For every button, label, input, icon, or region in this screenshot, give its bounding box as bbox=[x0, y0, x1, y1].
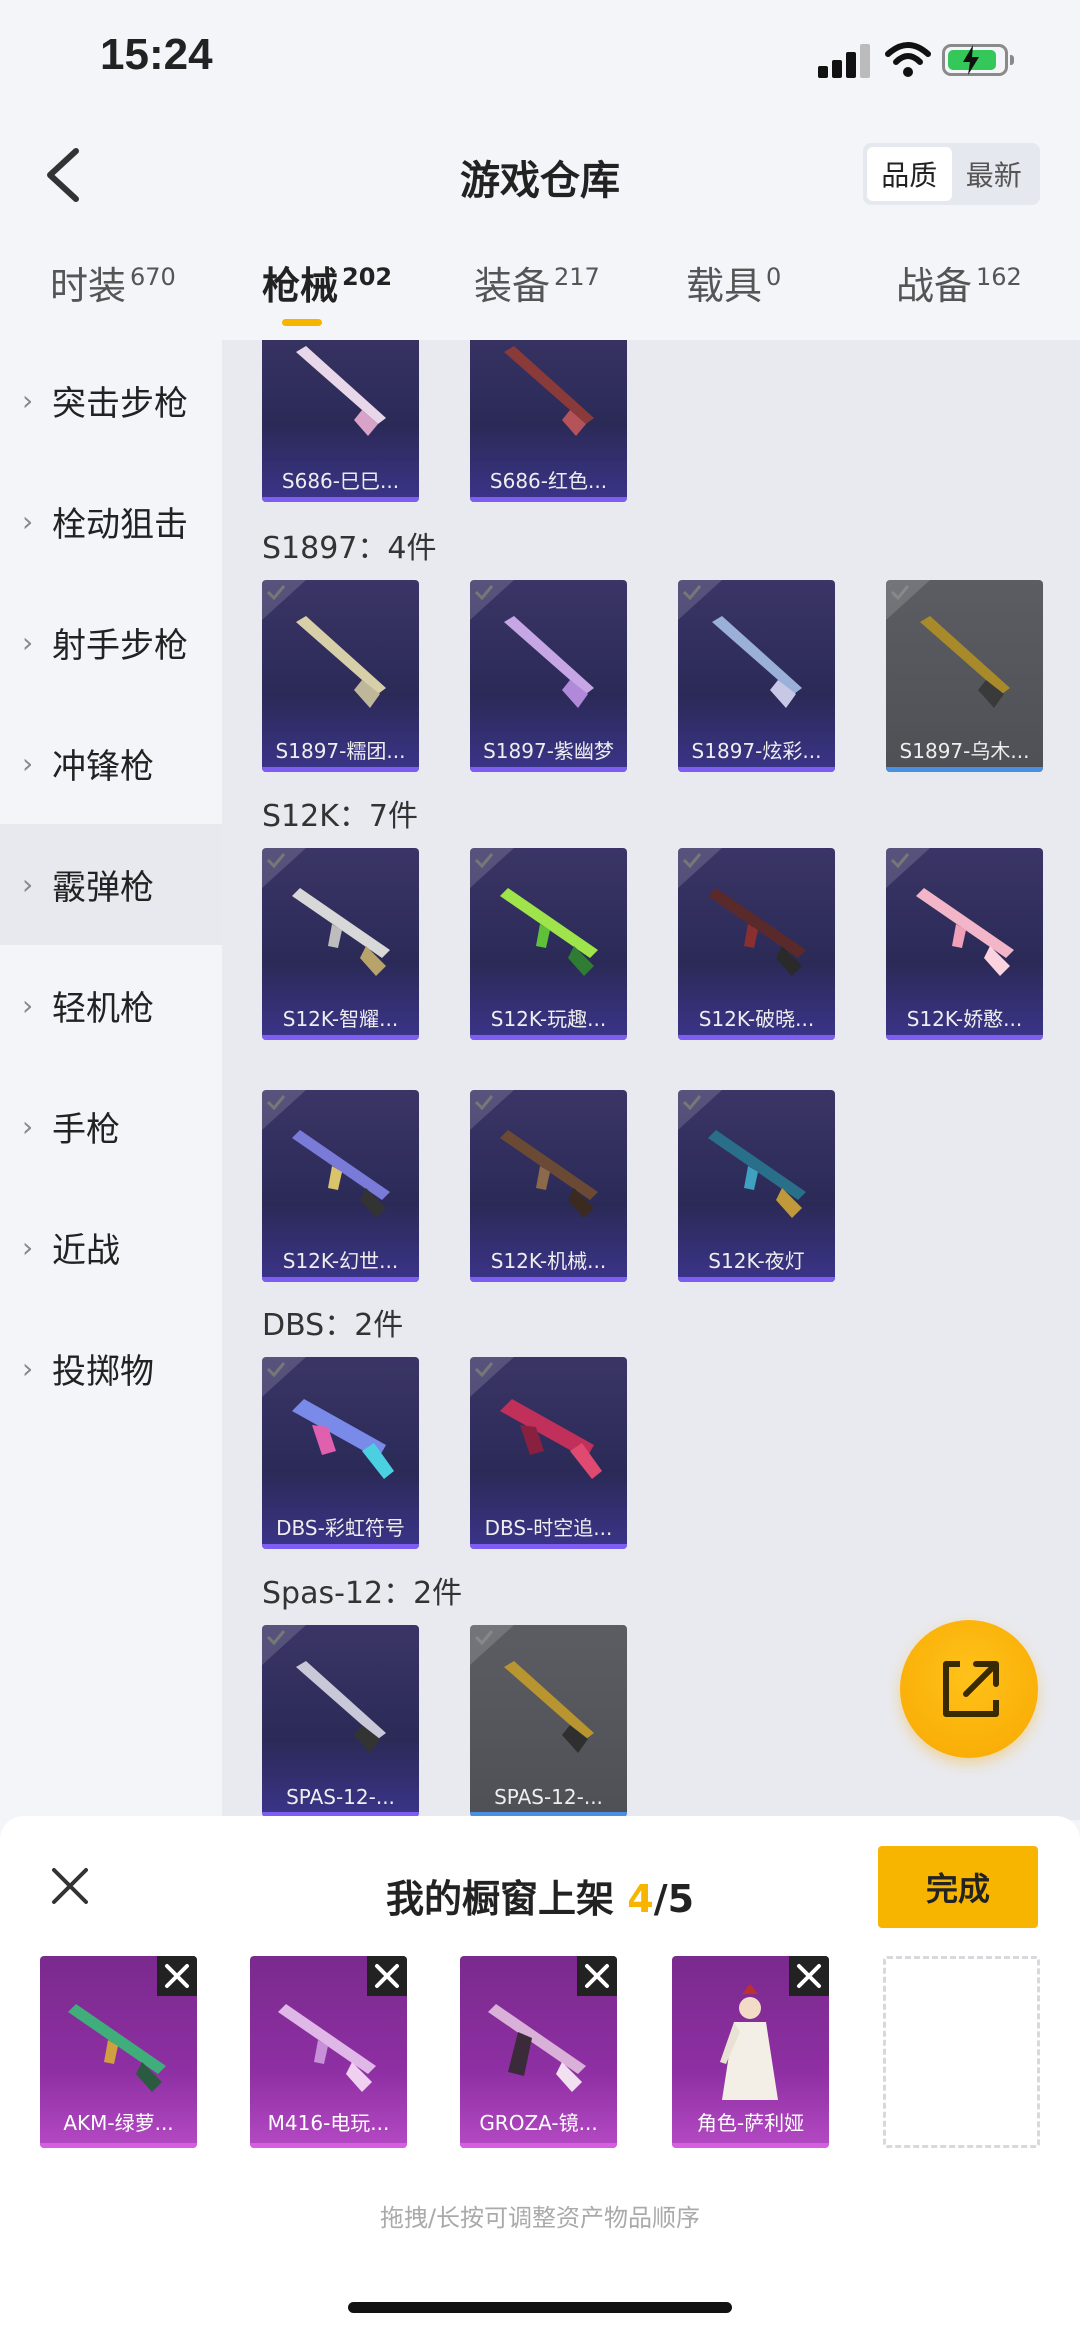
shotgun-icon bbox=[296, 1661, 386, 1753]
rifle-icon bbox=[278, 2004, 376, 2092]
sort-newest-button[interactable]: 最新 bbox=[952, 147, 1037, 201]
shotgun-icon bbox=[504, 1661, 594, 1753]
chevron-right-icon: › bbox=[22, 989, 34, 1022]
showcase-item[interactable]: 角色-萨利娅 bbox=[672, 1956, 829, 2148]
sidebar-item-bolt-sniper[interactable]: › 栓动狙击 bbox=[0, 461, 222, 582]
section-title-s12k: S12K：7件 bbox=[262, 799, 418, 834]
item-card[interactable]: DBS-时空追... bbox=[470, 1357, 627, 1549]
item-card[interactable]: S12K-智耀... bbox=[262, 848, 419, 1040]
status-time: 15:24 bbox=[100, 30, 213, 79]
weapon-category-sidebar: › 突击步枪 › 栓动狙击 › 射手步枪 › 冲锋枪 › 霰弹枪 › 轻机枪 › 手枪 › 近战… bbox=[0, 340, 222, 1820]
sidebar-item-smg[interactable]: › 冲锋枪 bbox=[0, 703, 222, 824]
shotgun-icon bbox=[296, 616, 386, 708]
item-card[interactable]: S686-红色... bbox=[470, 340, 627, 502]
category-tabs: 时装 670 枪械 202 装备 217 载具 0 战备 162 bbox=[0, 255, 1080, 335]
shotgun-icon bbox=[292, 1399, 394, 1479]
chevron-right-icon: › bbox=[22, 1352, 34, 1385]
sidebar-item-melee[interactable]: › 近战 bbox=[0, 1187, 222, 1308]
shotgun-icon bbox=[712, 616, 802, 708]
tab-vehicles[interactable]: 载具 0 bbox=[686, 255, 781, 310]
rifle-icon bbox=[708, 888, 806, 976]
item-card[interactable]: S1897-乌木... bbox=[886, 580, 1043, 772]
rifle-icon bbox=[68, 2004, 166, 2092]
chevron-right-icon: › bbox=[22, 868, 34, 901]
chevron-right-icon: › bbox=[22, 747, 34, 780]
shotgun-icon bbox=[920, 616, 1010, 708]
shotgun-icon bbox=[296, 346, 386, 436]
chevron-right-icon: › bbox=[22, 1110, 34, 1143]
sort-toggle: 品质 最新 bbox=[863, 143, 1040, 205]
chevron-right-icon: › bbox=[22, 1231, 34, 1264]
item-grid: S686-巳巳... S686-红色... S1897：4件 S1897-糯团.… bbox=[222, 340, 1080, 1820]
tab-equipment[interactable]: 装备 217 bbox=[474, 255, 600, 310]
chevron-right-icon: › bbox=[22, 384, 34, 417]
showcase-item[interactable]: M416-电玩... bbox=[250, 1956, 407, 2148]
remove-item-button[interactable] bbox=[367, 1956, 407, 1996]
remove-item-button[interactable] bbox=[789, 1956, 829, 1996]
tab-underline bbox=[282, 319, 322, 326]
item-card[interactable]: SPAS-12-... bbox=[470, 1625, 627, 1817]
rifle-icon bbox=[500, 1130, 598, 1218]
sidebar-item-marksman[interactable]: › 射手步枪 bbox=[0, 582, 222, 703]
section-title-s1897: S1897：4件 bbox=[262, 531, 437, 566]
item-card[interactable]: S1897-糯团... bbox=[262, 580, 419, 772]
item-card[interactable]: S12K-玩趣... bbox=[470, 848, 627, 1040]
close-icon bbox=[585, 1964, 609, 1988]
showcase-item[interactable]: GROZA-镜... bbox=[460, 1956, 617, 2148]
shotgun-icon bbox=[500, 1399, 602, 1479]
item-card[interactable]: S1897-紫幽梦 bbox=[470, 580, 627, 772]
tab-guns[interactable]: 枪械 202 bbox=[262, 255, 392, 326]
showcase-item[interactable]: AKM-绿萝... bbox=[40, 1956, 197, 2148]
chevron-right-icon: › bbox=[22, 626, 34, 659]
sort-quality-button[interactable]: 品质 bbox=[867, 147, 952, 201]
section-title-spas12: Spas-12：2件 bbox=[262, 1576, 463, 1611]
status-bar: 15:24 bbox=[0, 0, 1080, 120]
rifle-icon bbox=[708, 1130, 806, 1218]
item-card[interactable]: S12K-娇憨... bbox=[886, 848, 1043, 1040]
remove-item-button[interactable] bbox=[577, 1956, 617, 1996]
share-button[interactable] bbox=[900, 1620, 1038, 1758]
reorder-hint: 拖拽/长按可调整资产物品顺序 bbox=[379, 2204, 701, 2232]
item-card[interactable]: S12K-夜灯 bbox=[678, 1090, 835, 1282]
done-button[interactable]: 完成 bbox=[878, 1846, 1038, 1928]
home-indicator bbox=[348, 2302, 732, 2313]
sidebar-item-shotgun[interactable]: › 霰弹枪 bbox=[0, 824, 222, 945]
item-card[interactable]: S12K-机械... bbox=[470, 1090, 627, 1282]
rifle-icon bbox=[292, 1130, 390, 1218]
character-icon bbox=[720, 1984, 778, 2100]
rifle-icon bbox=[292, 888, 390, 976]
sidebar-item-lmg[interactable]: › 轻机枪 bbox=[0, 945, 222, 1066]
tab-gear[interactable]: 战备 162 bbox=[896, 255, 1022, 310]
wifi-icon bbox=[885, 42, 931, 77]
share-icon bbox=[943, 1661, 999, 1717]
item-card[interactable]: DBS-彩虹符号 bbox=[262, 1357, 419, 1549]
battery-icon bbox=[942, 44, 1014, 76]
rifle-icon bbox=[488, 2004, 586, 2092]
rifle-icon bbox=[916, 888, 1014, 976]
showcase-sheet: 我的橱窗上架 4/5 完成 AKM-绿萝... M416-电玩... GROZA… bbox=[0, 1816, 1080, 2337]
item-card[interactable]: S12K-破晓... bbox=[678, 848, 835, 1040]
sidebar-item-throwable[interactable]: › 投掷物 bbox=[0, 1308, 222, 1429]
item-card[interactable]: S12K-幻世... bbox=[262, 1090, 419, 1282]
empty-slot[interactable] bbox=[883, 1956, 1040, 2148]
item-card[interactable]: S686-巳巳... bbox=[262, 340, 419, 502]
item-card[interactable]: SPAS-12-... bbox=[262, 1625, 419, 1817]
shotgun-icon bbox=[504, 616, 594, 708]
rifle-icon bbox=[500, 888, 598, 976]
section-title-dbs: DBS：2件 bbox=[262, 1308, 404, 1343]
close-icon bbox=[165, 1964, 189, 1988]
close-icon bbox=[797, 1964, 821, 1988]
chevron-right-icon: › bbox=[22, 505, 34, 538]
sidebar-item-assault-rifle[interactable]: › 突击步枪 bbox=[0, 340, 222, 461]
signal-icon bbox=[818, 44, 872, 78]
remove-item-button[interactable] bbox=[157, 1956, 197, 1996]
tab-fashion[interactable]: 时装 670 bbox=[50, 255, 176, 310]
item-card[interactable]: S1897-炫彩... bbox=[678, 580, 835, 772]
shotgun-icon bbox=[504, 346, 594, 436]
sidebar-item-pistol[interactable]: › 手枪 bbox=[0, 1066, 222, 1187]
close-icon bbox=[375, 1964, 399, 1988]
